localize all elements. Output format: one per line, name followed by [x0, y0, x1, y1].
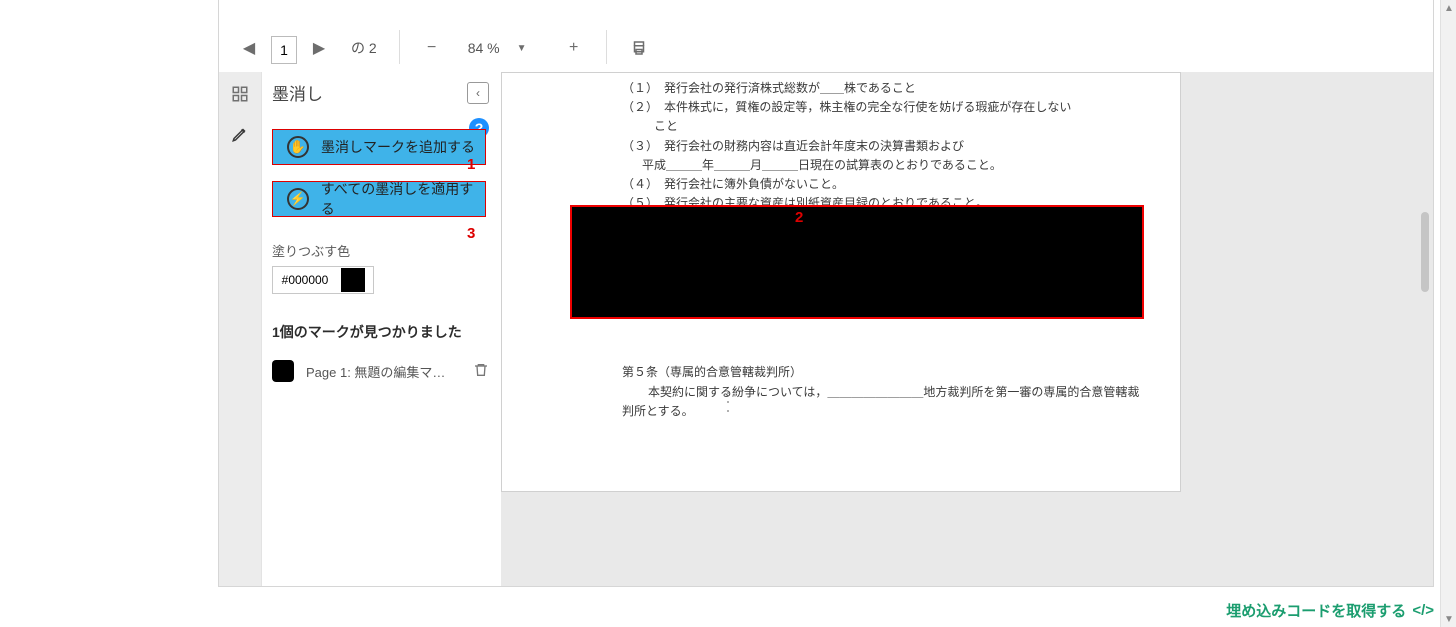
doc-line: 平成＿＿＿年＿＿＿月＿＿＿日現在の試算表のとおりであること。 [622, 156, 1160, 175]
collapse-panel-button[interactable]: ‹ [467, 82, 489, 104]
zoom-level-label: 84 % [468, 32, 500, 64]
get-embed-code-link[interactable]: 埋め込みコードを取得する </> [1226, 600, 1434, 621]
add-redaction-button[interactable]: ✋ 墨消しマークを追加する [272, 129, 486, 165]
panel-title: 墨消し [272, 80, 323, 105]
chevron-left-icon: ‹ [476, 86, 480, 100]
app-body: ◀ 1 ▶ の 2 − 84 % ▼ + [218, 0, 1434, 587]
scroll-up-icon[interactable]: ▲ [1441, 0, 1456, 16]
panel-grid-button[interactable] [228, 82, 252, 106]
annotation-marker: 1 [467, 157, 475, 172]
mark-list-item[interactable]: Page 1: 無題の編集マ… [272, 360, 489, 382]
code-icon: </> [1412, 602, 1434, 619]
document-page[interactable]: （１） 発行会社の発行済株式総数が＿＿株であること （２） 本件株式に，質権の設… [501, 72, 1181, 492]
doc-line: 本契約に関する紛争については，＿＿＿＿＿＿＿＿地方裁判所を第一審の専属的合意管轄… [622, 383, 1160, 402]
mark-item-label: Page 1: 無題の編集マ… [306, 362, 461, 381]
annotation-marker: 2 [795, 210, 803, 225]
print-icon [630, 39, 648, 57]
zoom-out-button[interactable]: − [416, 32, 448, 64]
editor-area: 墨消し ‹ ? ✋ 墨消しマークを追加する ⚡ すべての墨消しを適用する 塗りつ… [219, 72, 1433, 586]
pen-icon [231, 125, 249, 143]
zoom-in-button[interactable]: + [558, 32, 590, 64]
doc-line: 判所とする。 [622, 402, 1160, 421]
fill-color-swatch[interactable] [341, 268, 365, 292]
print-button[interactable] [623, 32, 655, 64]
toolbar-divider [606, 30, 607, 64]
fill-color-label: 塗りつぶす色 [272, 241, 489, 260]
redaction-panel: 墨消し ‹ ? ✋ 墨消しマークを追加する ⚡ すべての墨消しを適用する 塗りつ… [261, 72, 501, 586]
marks-found-label: 1個のマークが見つかりました [272, 322, 489, 342]
delete-mark-button[interactable] [473, 362, 489, 381]
mark-thumbnail [272, 360, 294, 382]
redaction-box[interactable] [570, 205, 1144, 319]
doc-line: （３） 発行会社の財務内容は直近会計年度末の決算書類および [622, 137, 1160, 156]
bolt-icon: ⚡ [287, 188, 309, 210]
toolbar-divider [399, 30, 400, 64]
fill-color-input[interactable] [273, 273, 337, 287]
app-root: ◀ 1 ▶ の 2 − 84 % ▼ + [0, 0, 1456, 627]
fill-color-field[interactable] [272, 266, 374, 294]
zoom-dropdown-icon[interactable]: ▼ [506, 32, 538, 64]
doc-article-title: 第５条（専属的合意管轄裁判所） [622, 363, 1160, 382]
apply-all-label: すべての墨消しを適用する [321, 179, 485, 219]
doc-line: （４） 発行会社に簿外負債がないこと。 [622, 175, 1160, 194]
page-number-input[interactable]: 1 [271, 36, 297, 64]
scroll-down-icon[interactable]: ▼ [1441, 611, 1456, 627]
next-page-button[interactable]: ▶ [303, 32, 335, 64]
tool-rail [219, 72, 261, 586]
hand-icon: ✋ [287, 136, 309, 158]
doc-scrollbar[interactable] [1421, 212, 1429, 292]
trash-icon [473, 362, 489, 378]
annotation-marker: 3 [467, 226, 475, 241]
toolbar: ◀ 1 ▶ の 2 − 84 % ▼ + [219, 0, 1433, 72]
apply-all-redactions-button[interactable]: ⚡ すべての墨消しを適用する [272, 181, 486, 217]
window-scrollbar[interactable]: ▲ ▼ [1440, 0, 1456, 627]
prev-page-button[interactable]: ◀ [233, 32, 265, 64]
grid-icon [231, 85, 249, 103]
redact-tool-button[interactable] [228, 122, 252, 146]
doc-line: こと [622, 117, 1160, 136]
doc-line: （２） 本件株式に，質権の設定等，株主権の完全な行使を妨げる瑕疵が存在しない [622, 98, 1160, 117]
embed-link-label: 埋め込みコードを取得する [1226, 600, 1406, 621]
doc-line: （１） 発行会社の発行済株式総数が＿＿株であること [622, 79, 1160, 98]
page-total-label: の 2 [351, 32, 377, 64]
panel-resize-handle[interactable] [723, 392, 733, 412]
document-viewport[interactable]: （１） 発行会社の発行済株式総数が＿＿株であること （２） 本件株式に，質権の設… [501, 72, 1433, 586]
add-redaction-label: 墨消しマークを追加する [321, 137, 475, 157]
